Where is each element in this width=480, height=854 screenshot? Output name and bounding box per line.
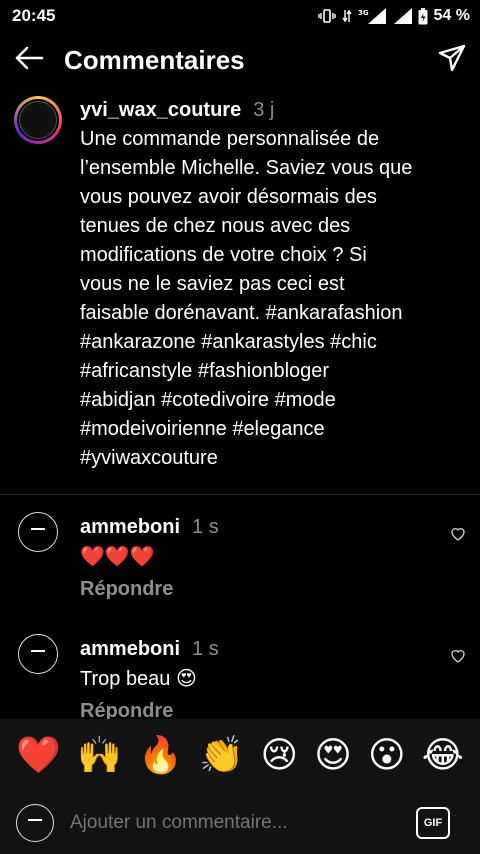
vibrate-icon	[317, 9, 336, 23]
profile-logo	[19, 101, 57, 139]
comment-composer: GIF	[0, 791, 480, 854]
back-arrow-icon[interactable]	[14, 46, 44, 75]
network-type: 3G	[358, 9, 369, 17]
caption-username[interactable]: yvi_wax_couture	[80, 99, 241, 121]
emoji-fire[interactable]: 🔥	[138, 737, 183, 773]
battery-level: 54 %	[433, 7, 470, 24]
reply-button[interactable]: Répondre	[80, 574, 450, 604]
signal-icon: 3G	[358, 8, 388, 24]
emoji-tears-of-joy[interactable]: 😂	[422, 737, 464, 773]
battery-icon	[418, 7, 428, 25]
share-send-icon[interactable]	[438, 44, 466, 77]
status-icons: 3G 54 %	[317, 7, 470, 25]
comment-item: ammeboni 1 s ❤️❤️❤️ Répondre	[18, 512, 468, 604]
page-title: Commentaires	[64, 44, 245, 75]
status-bar: 20:45 3G 54 %	[0, 0, 480, 32]
emoji-heart-eyes[interactable]: 😍	[314, 737, 352, 773]
avatar	[16, 803, 54, 842]
app-bar: Commentaires	[0, 32, 480, 88]
gif-button[interactable]: GIF	[416, 806, 450, 839]
avatar[interactable]	[18, 634, 58, 674]
comment-body: ammeboni 1 s Trop beau 😍 Répondre	[80, 634, 450, 726]
emoji-clapping-hands[interactable]: 👏	[199, 737, 244, 773]
like-heart-icon[interactable]	[450, 526, 468, 544]
avatar[interactable]	[18, 512, 58, 552]
like-heart-icon[interactable]	[450, 648, 468, 666]
comment-time: 1 s	[192, 516, 219, 538]
emoji-raising-hands[interactable]: 🙌	[77, 737, 122, 773]
status-time: 20:45	[12, 6, 56, 25]
post-caption: yvi_wax_couture 3 j Une commande personna…	[14, 96, 466, 473]
comment-time: 1 s	[192, 638, 219, 660]
emoji-crying-face[interactable]: 😢	[260, 737, 298, 773]
comment-item: ammeboni 1 s Trop beau 😍 Répondre	[18, 634, 468, 726]
signal-icon-2	[393, 8, 412, 24]
emoji-red-heart[interactable]: ❤️	[16, 737, 61, 773]
data-transfer-icon	[341, 9, 352, 23]
emoji-quick-bar: ❤️ 🙌 🔥 👏 😢 😍 😮 😂	[0, 719, 480, 791]
comment-username[interactable]: ammeboni	[80, 634, 180, 664]
avatar[interactable]	[14, 96, 62, 144]
comment-text: ❤️❤️❤️	[80, 546, 155, 568]
comment-text: Trop beau 😍	[80, 668, 197, 690]
comment-username[interactable]: ammeboni	[80, 512, 180, 542]
caption-body: yvi_wax_couture 3 j Une commande personna…	[80, 96, 412, 473]
comment-input[interactable]	[68, 810, 416, 835]
comment-body: ammeboni 1 s ❤️❤️❤️ Répondre	[80, 512, 450, 604]
caption-text: Une commande personnalisée de l’ensemble…	[80, 128, 413, 469]
divider	[0, 494, 480, 495]
caption-time: 3 j	[253, 99, 275, 121]
emoji-surprised-face[interactable]: 😮	[368, 737, 406, 773]
